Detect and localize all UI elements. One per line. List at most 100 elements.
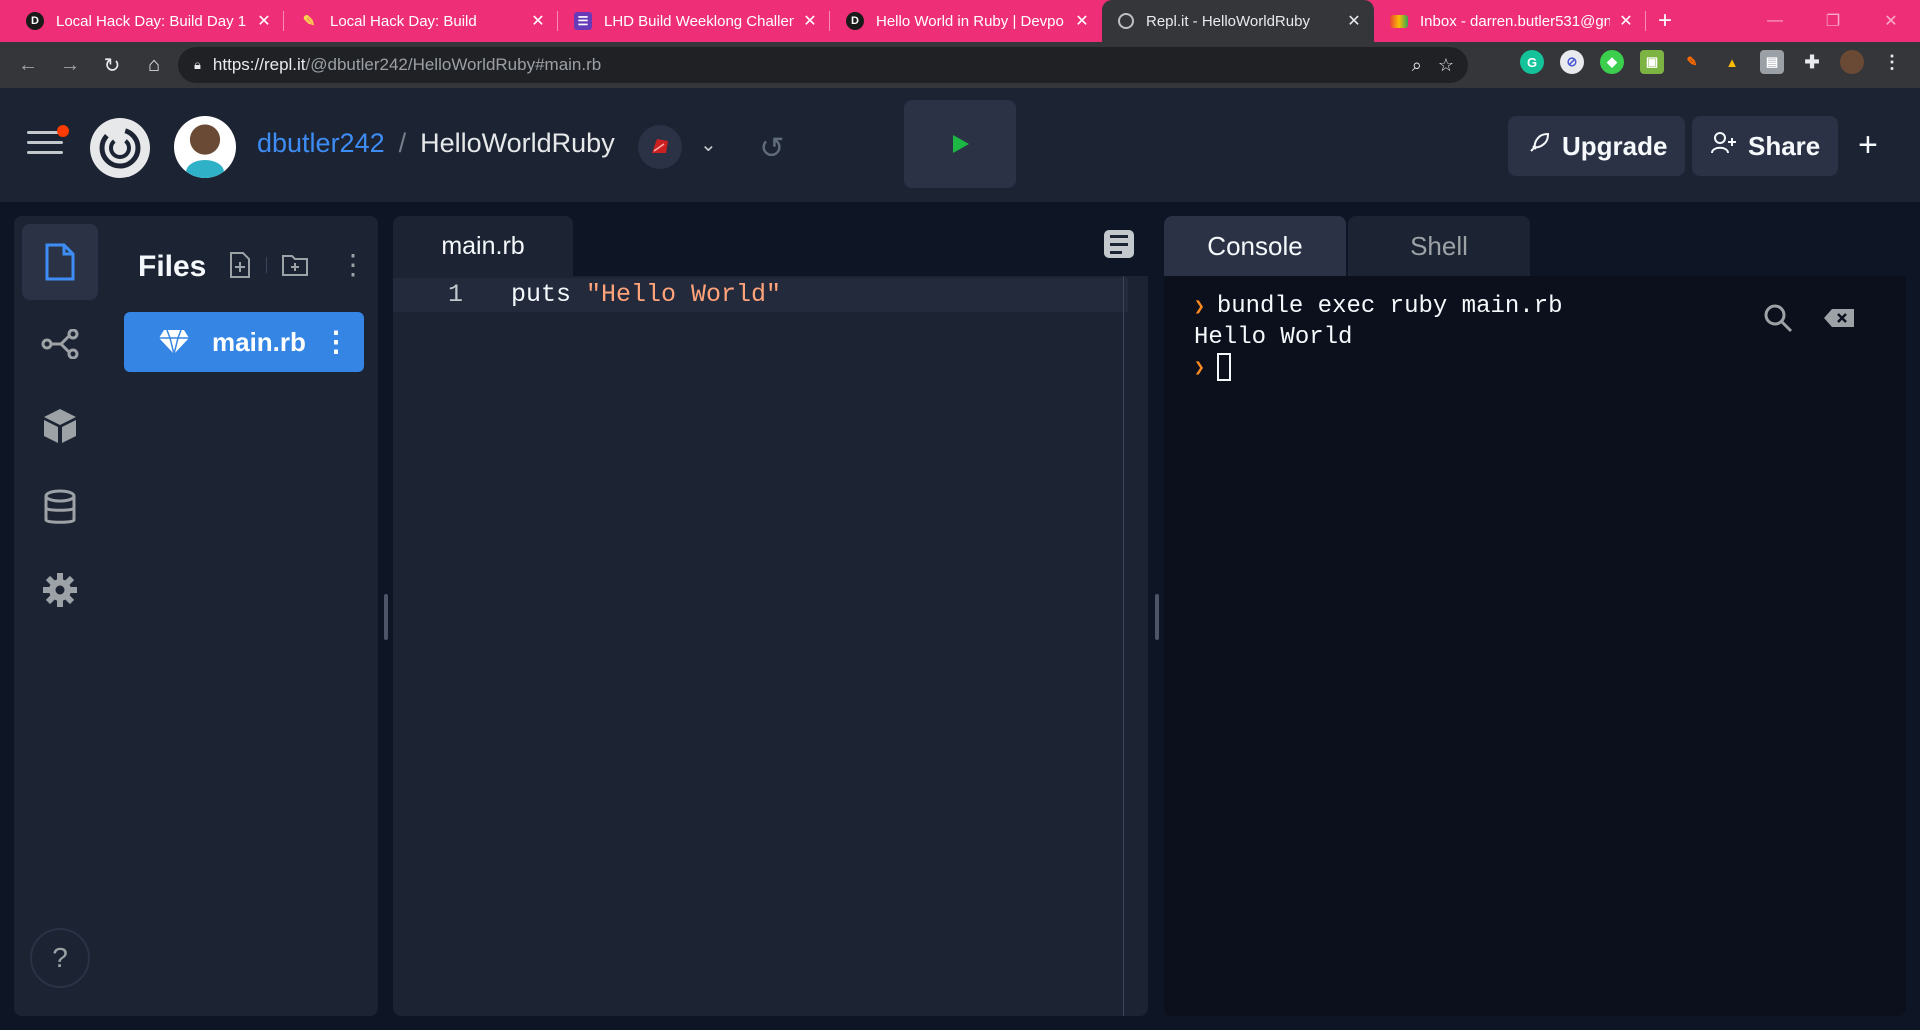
browser-tab-title: Repl.it - HelloWorldRuby [1146,12,1310,30]
resize-handle[interactable] [1155,594,1159,640]
address-bar[interactable]: 🔒︎ https://repl.it/@dbutler242/HelloWorl… [178,47,1468,83]
restore-icon[interactable]: ❐ [1804,0,1862,42]
tab-shell[interactable]: Shell [1348,216,1530,276]
terminal-command-line: ❯ bundle exec ruby main.rb [1194,293,1563,320]
sidebar-item-files[interactable] [22,224,98,300]
search-icon[interactable] [1762,302,1794,334]
terminal-input-line[interactable]: ❯ [1194,353,1563,384]
terminal-text: ❯ bundle exec ruby main.rb Hello World ❯ [1194,292,1563,384]
forward-icon[interactable]: → [50,45,90,85]
line-number: 1 [447,280,463,309]
calendar-extension-icon[interactable]: ▣ [1640,50,1664,74]
replit-icon [1118,13,1134,29]
clear-console-icon[interactable] [1822,307,1856,329]
extensions-puzzle-icon[interactable]: ✚ [1800,50,1824,74]
history-icon[interactable]: ↺ [750,126,794,170]
avatar[interactable] [174,116,236,178]
add-pane-button[interactable]: + [1858,126,1878,165]
profile-avatar-icon[interactable] [1840,50,1864,74]
repl-name[interactable]: HelloWorldRuby [420,128,615,159]
close-icon[interactable]: ✕ [256,11,272,31]
more-options-icon[interactable]: ⋮ [339,248,367,281]
prompt-icon: ❯ [1194,298,1205,318]
reload-icon[interactable]: ↻ [92,45,132,85]
sidebar-item-database[interactable] [22,470,98,546]
close-icon[interactable]: ✕ [1618,11,1634,31]
close-icon[interactable]: ✕ [1074,11,1090,31]
window-controls: — ❐ ✕ [1746,0,1920,42]
file-item-main-rb[interactable]: main.rb ⋮ [124,312,364,372]
editor-ruler [1123,276,1124,1016]
close-window-icon[interactable]: ✕ [1862,0,1920,42]
ruby-gem-icon [159,329,189,355]
zoom-icon[interactable]: ⌕ [1412,55,1422,76]
back-icon[interactable]: ← [8,45,48,85]
sidebar-item-settings[interactable] [22,552,98,628]
gray-extension-icon[interactable]: ▤ [1760,50,1784,74]
file-options-icon[interactable]: ⋮ [322,322,350,362]
home-icon[interactable]: ⌂ [134,45,174,85]
code-line[interactable]: 1 puts "Hello World" [393,278,1128,312]
minimize-icon[interactable]: — [1746,0,1804,42]
share-button[interactable]: Share [1692,116,1839,176]
drive-extension-icon[interactable]: ▲ [1720,50,1744,74]
terminal-cursor [1216,353,1231,381]
format-icon[interactable] [1104,230,1134,258]
browser-tab[interactable]: Inbox - darren.butler531@gn ✕ [1374,0,1646,42]
green-extension-icon[interactable]: ◆ [1600,50,1624,74]
new-tab-button[interactable]: + [1658,0,1672,42]
file-name: main.rb [212,326,306,357]
sidebar: ? Files ⋮ main.rb ⋮ [14,216,378,1016]
run-button[interactable] [904,100,1016,188]
browser-tab-title: Inbox - darren.butler531@gn [1420,12,1610,30]
gmail-icon [1390,14,1408,28]
menu-icon[interactable] [27,125,69,157]
code-text[interactable]: puts "Hello World" [511,278,781,312]
browser-tab[interactable]: D Hello World in Ruby | Devpo ✕ [830,0,1102,42]
terminal-output-line: Hello World [1194,324,1353,351]
tab-console[interactable]: Console [1164,216,1346,276]
grammarly-extension-icon[interactable]: G [1520,50,1544,74]
add-file-icon[interactable] [228,251,252,279]
file-icon [45,243,75,281]
browser-tab[interactable]: D Local Hack Day: Build Day 1 : ✕ [10,0,284,42]
replit-logo-icon[interactable] [90,118,150,178]
close-icon[interactable]: ✕ [530,11,546,31]
browser-toolbar: ← → ↻ ⌂ 🔒︎ https://repl.it/@dbutler242/H… [0,42,1920,88]
browser-tab-title: Local Hack Day: Build [330,12,477,30]
breadcrumb: dbutler242 / HelloWorldRuby [257,128,615,159]
close-icon[interactable]: ✕ [1346,11,1362,31]
tab-main-rb[interactable]: main.rb [393,216,573,276]
console-output[interactable]: ❯ bundle exec ruby main.rb Hello World ❯ [1164,276,1906,1016]
sidebar-item-packages[interactable] [22,388,98,464]
bookmark-star-icon[interactable]: ☆ [1438,55,1454,76]
console-tab-bar: Console Shell [1164,216,1906,276]
browser-tab-active[interactable]: Repl.it - HelloWorldRuby ✕ [1102,0,1374,42]
address-url: https://repl.it/@dbutler242/HelloWorldRu… [212,55,602,74]
sidebar-rail [22,224,98,634]
chevron-down-icon[interactable]: ⌄ [700,132,717,157]
help-button[interactable]: ? [30,928,90,988]
pencil-extension-icon[interactable]: ✎ [1680,50,1704,74]
lock-icon: 🔒︎ [194,57,201,72]
chrome-menu-icon[interactable]: ⋮ [1880,50,1904,74]
close-icon[interactable]: ✕ [802,11,818,31]
browser-tab-title: Hello World in Ruby | Devpo [876,12,1064,30]
browser-tab[interactable]: ☰ LHD Build Weeklong Challen ✕ [558,0,830,42]
prompt-icon: ❯ [1194,359,1205,380]
browser-tab[interactable]: ✎ Local Hack Day: Build ✕ [284,0,558,42]
devpost-icon: D [846,12,864,30]
username-link[interactable]: dbutler242 [257,128,385,159]
sidebar-item-version-control[interactable] [22,306,98,382]
resize-handle[interactable] [384,594,388,640]
add-user-icon [1710,130,1738,163]
console-pane: Console Shell ❯ bundle exec ruby main.rb … [1164,216,1906,1016]
files-actions: ⋮ [228,248,367,281]
upgrade-button[interactable]: Upgrade [1508,116,1686,176]
gear-icon [43,573,77,607]
ruby-icon[interactable] [638,125,682,169]
cube-icon [44,409,76,443]
add-folder-icon[interactable] [281,253,309,277]
replit-header: dbutler242 / HelloWorldRuby ⌄ ↺ Upgrade … [0,88,1920,202]
blocker-extension-icon[interactable]: ⊘ [1560,50,1584,74]
